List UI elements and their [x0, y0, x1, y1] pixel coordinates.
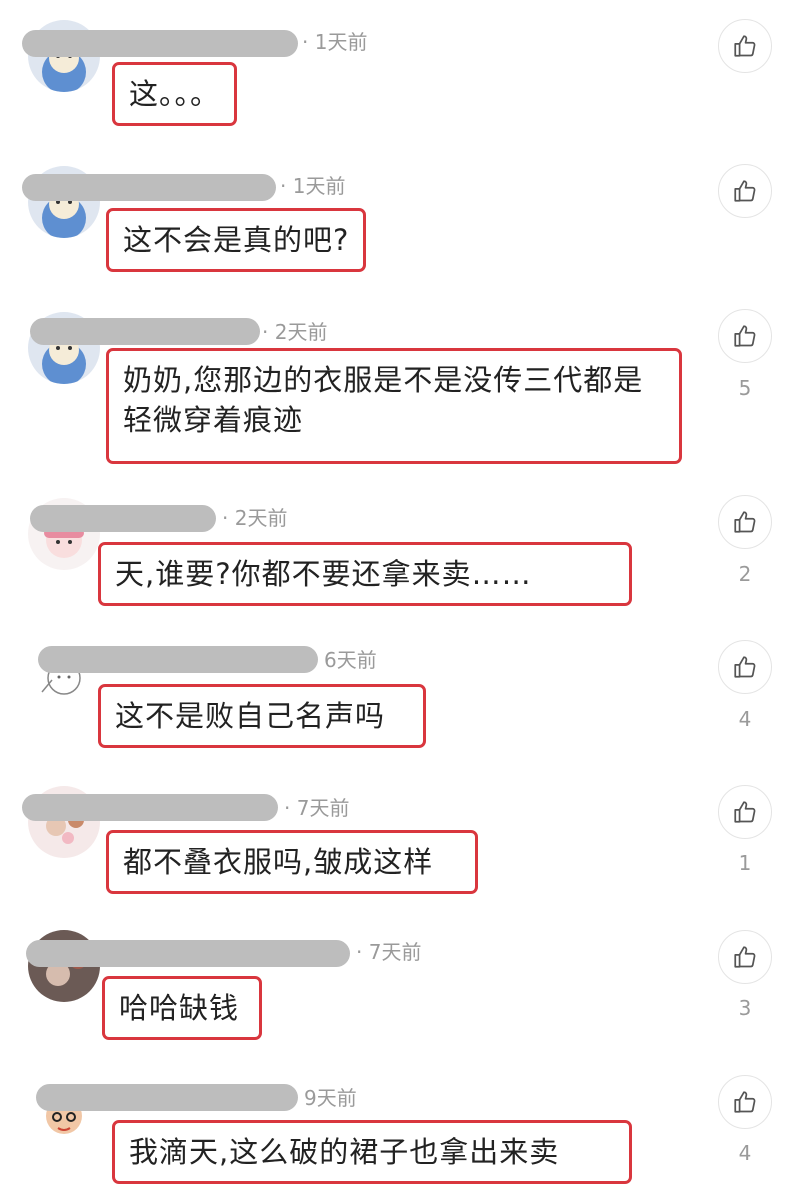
redacted-username: [22, 794, 278, 821]
like-count: 4: [738, 1141, 752, 1165]
redacted-username: [36, 1084, 298, 1111]
like-count: 1: [738, 851, 752, 875]
comment-text: 这。。。: [112, 62, 238, 126]
comment-text: 都不叠衣服吗,皱成这样: [106, 830, 478, 894]
like-button[interactable]: [718, 164, 772, 218]
comment-text: 天,谁要?你都不要还拿来卖……: [98, 542, 632, 606]
thumbs-up-icon: [734, 946, 756, 968]
comment-time: · 7天前: [356, 940, 422, 964]
comment-time: · 2天前: [262, 320, 328, 344]
like-button[interactable]: [718, 1075, 772, 1129]
comment-time: · 2天前: [222, 506, 288, 530]
thumbs-up-icon: [734, 656, 756, 678]
comment-time: 9天前: [304, 1086, 357, 1110]
like-button[interactable]: [718, 785, 772, 839]
like-count: 4: [738, 707, 752, 731]
like-button[interactable]: [718, 309, 772, 363]
comment-text: 哈哈缺钱: [102, 976, 262, 1040]
thumbs-up-icon: [734, 325, 756, 347]
redacted-username: [22, 30, 298, 57]
like-button[interactable]: [718, 640, 772, 694]
like-count: 5: [738, 376, 752, 400]
thumbs-up-icon: [734, 35, 756, 57]
comment-text: 这不是败自己名声吗: [98, 684, 426, 748]
comment-text: 奶奶,您那边的衣服是不是没传三代都是轻微穿着痕迹: [106, 348, 682, 464]
thumbs-up-icon: [734, 1091, 756, 1113]
comment-time: · 7天前: [284, 796, 350, 820]
like-button[interactable]: [718, 495, 772, 549]
redacted-username: [30, 505, 216, 532]
like-button[interactable]: [718, 19, 772, 73]
redacted-username: [26, 940, 350, 967]
comment-time: · 1天前: [302, 30, 368, 54]
comment-text: 我滴天,这么破的裙子也拿出来卖: [112, 1120, 632, 1184]
thumbs-up-icon: [734, 180, 756, 202]
comment-time: 6天前: [324, 648, 377, 672]
comment-time: · 1天前: [280, 174, 346, 198]
redacted-username: [22, 174, 276, 201]
like-count: 2: [738, 562, 752, 586]
redacted-username: [30, 318, 260, 345]
like-button[interactable]: [718, 930, 772, 984]
comment-text: 这不会是真的吧?: [106, 208, 367, 272]
redacted-username: [38, 646, 318, 673]
like-count: 3: [738, 996, 752, 1020]
thumbs-up-icon: [734, 511, 756, 533]
thumbs-up-icon: [734, 801, 756, 823]
